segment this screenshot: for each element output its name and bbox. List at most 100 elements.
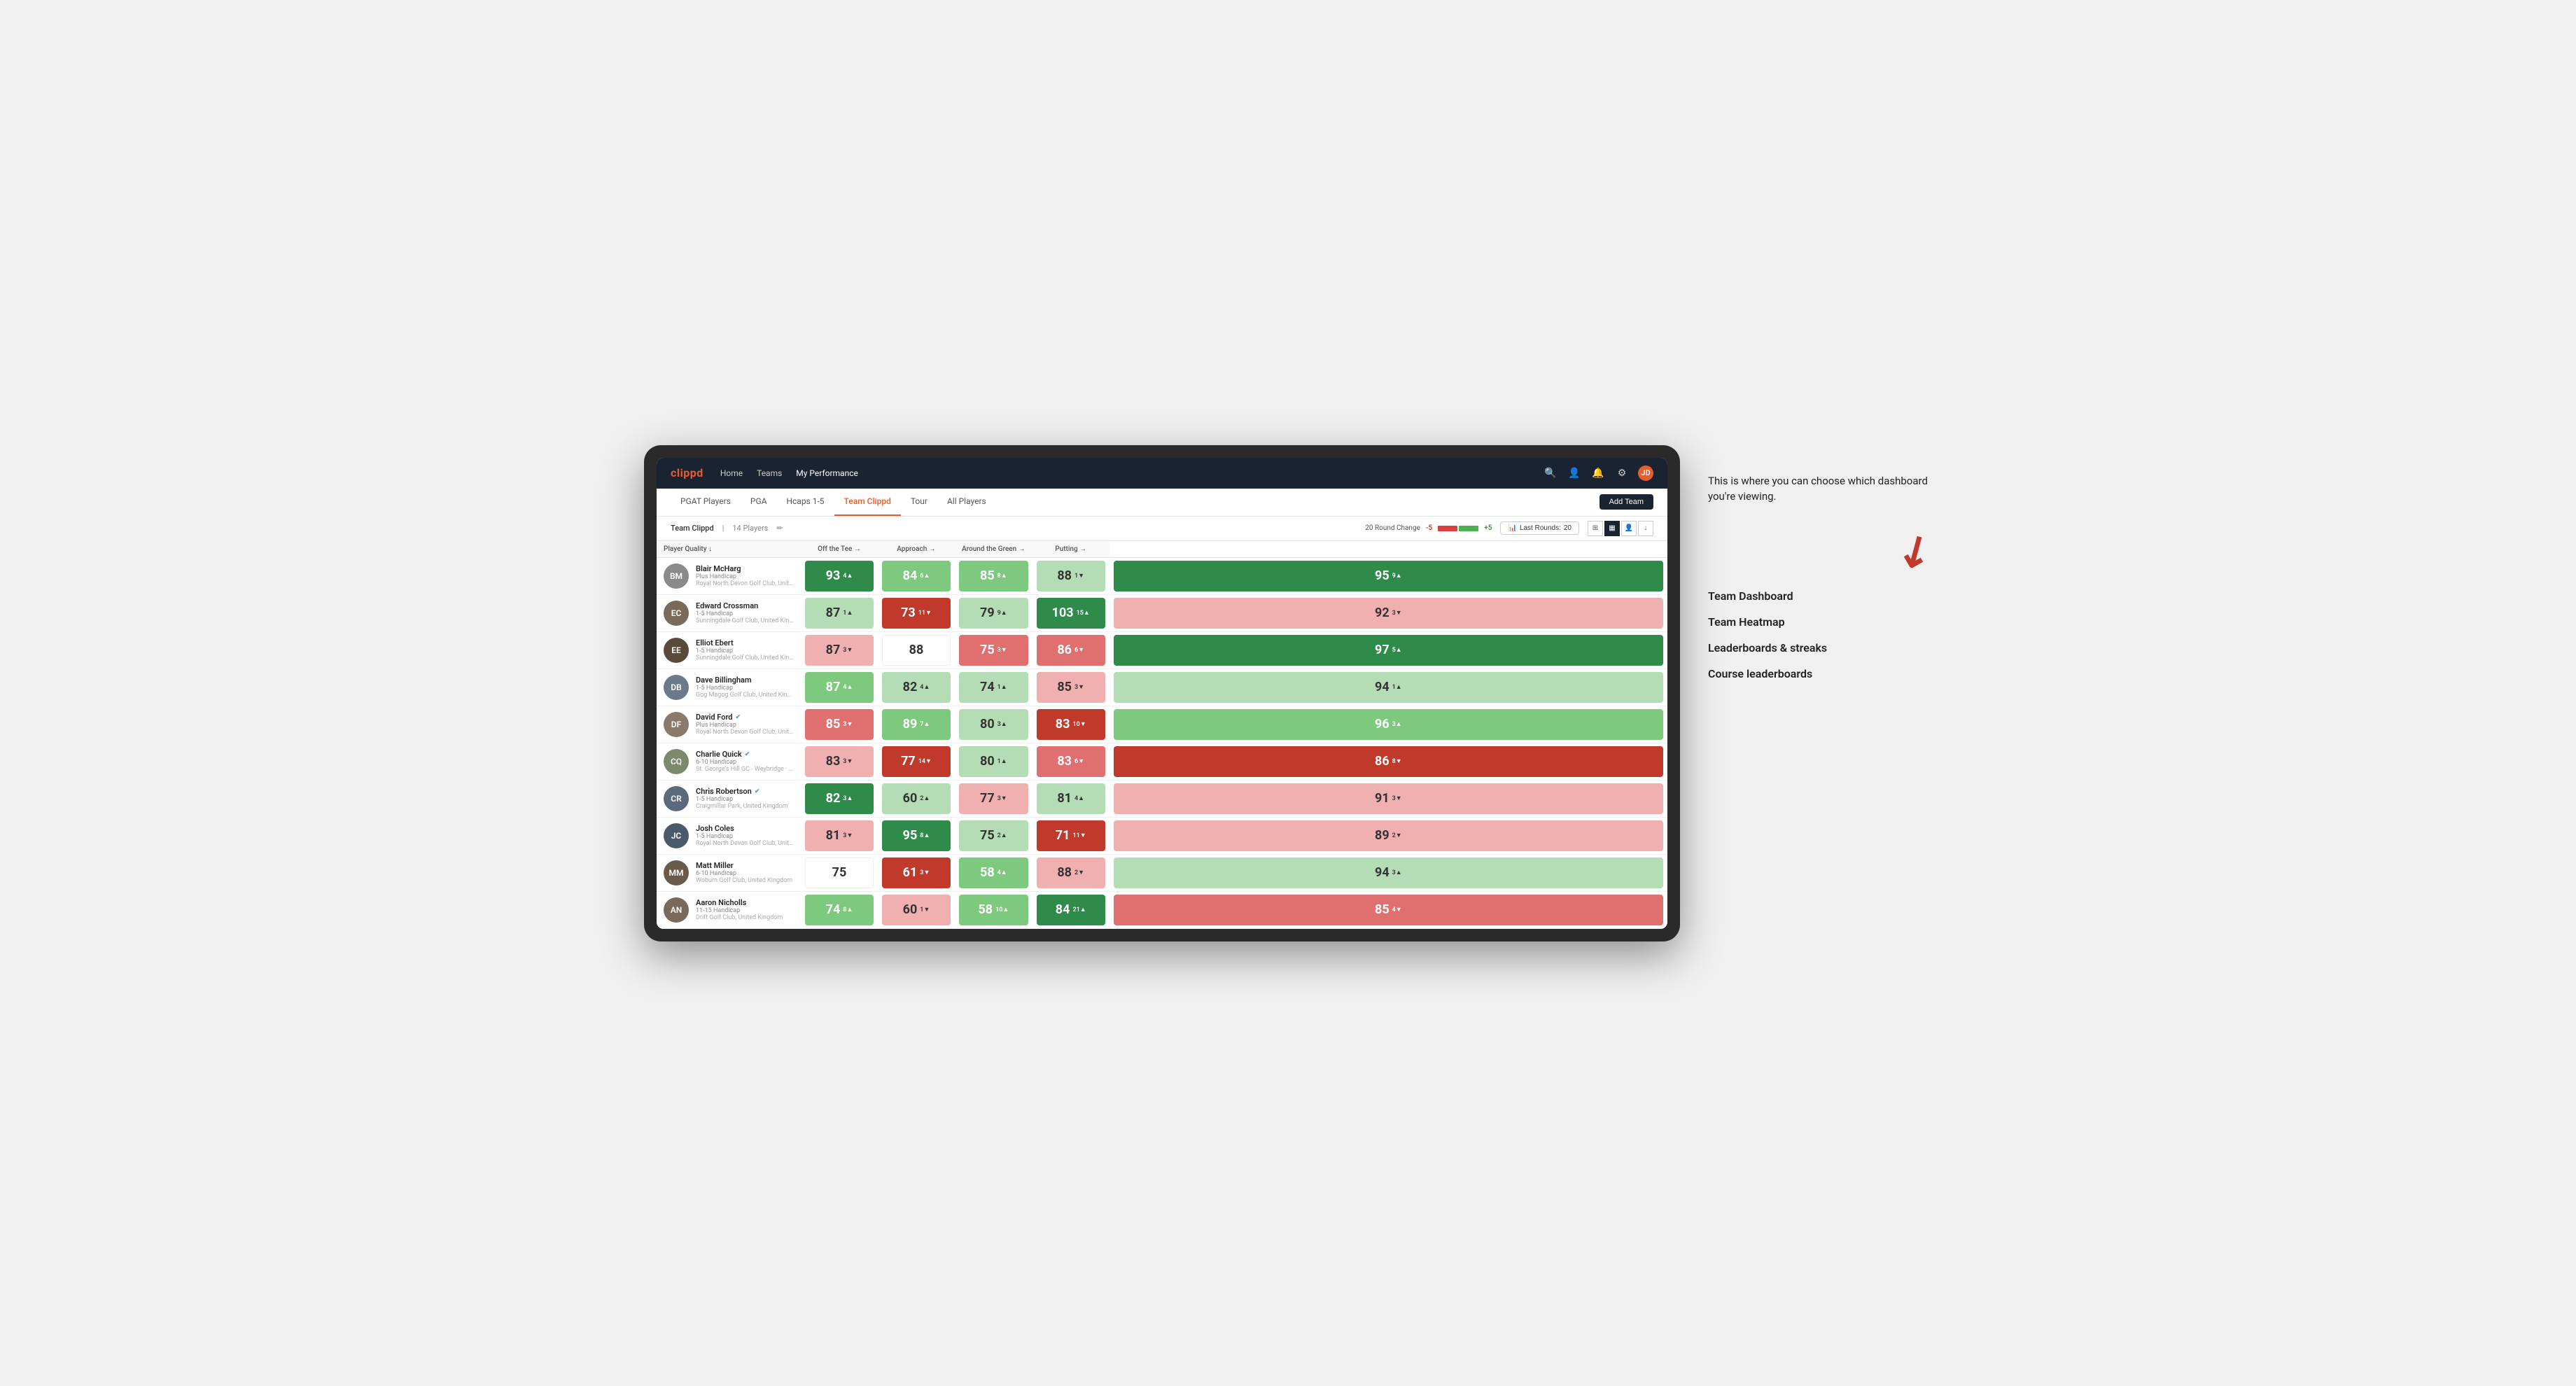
nav-home[interactable]: Home xyxy=(720,468,743,478)
last-rounds-button[interactable]: 📊 Last Rounds: 20 xyxy=(1500,522,1579,535)
stat-cell-approach: 80 1▲ xyxy=(955,743,1032,780)
view-btn-download[interactable]: ↓ xyxy=(1638,521,1653,536)
stat-box: 89 2▼ xyxy=(1114,820,1663,851)
stat-value: 73 xyxy=(901,607,916,620)
tab-pga[interactable]: PGA xyxy=(741,489,777,516)
stat-cell-putting: 89 2▼ xyxy=(1110,817,1667,854)
tab-all-players[interactable]: All Players xyxy=(937,489,996,516)
tab-tour[interactable]: Tour xyxy=(901,489,937,516)
player-name: Elliot Ebert xyxy=(696,638,794,648)
stat-value: 74 xyxy=(980,681,995,694)
stat-cell-approach: 75 2▲ xyxy=(955,817,1032,854)
player-club: Royal North Devon Golf Club, United King… xyxy=(696,729,794,736)
team-header-row: Team Clippd | 14 Players ✏ 20 Round Chan… xyxy=(657,517,1667,541)
stat-box: 81 4▲ xyxy=(1037,783,1105,814)
player-cell[interactable]: CQ Charlie Quick✔ 6-10 Handicap St. Geor… xyxy=(657,745,801,778)
stat-value: 75 xyxy=(832,867,847,879)
round-change-section: 20 Round Change -5 +5 xyxy=(1365,524,1492,532)
player-handicap: 1-5 Handicap xyxy=(696,796,788,803)
player-cell[interactable]: MM Matt Miller 6-10 Handicap Woburn Golf… xyxy=(657,856,801,890)
user-icon[interactable]: 👤 xyxy=(1567,465,1582,481)
team-separator: | xyxy=(722,524,724,533)
nav-bar: clippd Home Teams My Performance 🔍 👤 🔔 ⚙… xyxy=(657,458,1667,489)
view-btn-grid[interactable]: ⊞ xyxy=(1588,521,1603,536)
stat-box: 91 3▼ xyxy=(1114,783,1663,814)
stat-cell-approach: 79 9▲ xyxy=(955,594,1032,631)
player-name: Chris Robertson✔ xyxy=(696,787,788,796)
stat-box: 93 4▲ xyxy=(805,561,874,592)
heatmap-bar-red xyxy=(1438,526,1457,531)
tab-pgat-players[interactable]: PGAT Players xyxy=(671,489,741,516)
stat-cell-player_quality: 75 xyxy=(801,854,878,891)
edit-icon[interactable]: ✏ xyxy=(776,524,783,533)
player-cell[interactable]: EC Edward Crossman 1-5 Handicap Sunningd… xyxy=(657,596,801,630)
stat-box: 58 10▲ xyxy=(959,895,1028,925)
stat-box: 84 21▲ xyxy=(1037,895,1105,925)
avatar-icon[interactable]: JD xyxy=(1638,465,1653,481)
avatar: EE xyxy=(664,638,689,663)
stat-value: 83 xyxy=(1056,718,1070,731)
player-cell[interactable]: EE Elliot Ebert 1-5 Handicap Sunningdale… xyxy=(657,634,801,667)
stat-box: 75 2▲ xyxy=(959,820,1028,851)
player-club: Sunningdale Golf Club, United Kingdom xyxy=(696,654,794,662)
tab-team-clippd[interactable]: Team Clippd xyxy=(834,489,901,516)
player-cell[interactable]: AN Aaron Nicholls 11-15 Handicap Drift G… xyxy=(657,893,801,927)
stat-cell-around_green: 103 15▲ xyxy=(1032,594,1110,631)
player-cell[interactable]: DB Dave Billingham 1-5 Handicap Gog Mago… xyxy=(657,671,801,704)
stat-cell-around_green: 85 3▼ xyxy=(1032,668,1110,706)
search-icon[interactable]: 🔍 xyxy=(1543,465,1558,481)
player-cell[interactable]: BM Blair McHarg Plus Handicap Royal Nort… xyxy=(657,559,801,593)
avatar: CR xyxy=(664,786,689,811)
stat-box: 96 3▲ xyxy=(1114,709,1663,740)
table-row: CQ Charlie Quick✔ 6-10 Handicap St. Geor… xyxy=(657,743,1667,780)
verified-icon: ✔ xyxy=(745,751,750,758)
tab-hcaps[interactable]: Hcaps 1-5 xyxy=(776,489,834,516)
player-cell[interactable]: JC Josh Coles 1-5 Handicap Royal North D… xyxy=(657,819,801,853)
stat-value: 91 xyxy=(1375,792,1390,805)
stat-box: 83 3▼ xyxy=(805,746,874,777)
nav-my-performance[interactable]: My Performance xyxy=(796,468,858,478)
stat-value: 83 xyxy=(1057,755,1072,768)
stat-cell-player_quality: 81 3▼ xyxy=(801,817,878,854)
stat-value: 94 xyxy=(1375,867,1390,879)
stat-box: 94 3▲ xyxy=(1114,858,1663,888)
stat-value: 88 xyxy=(909,644,924,657)
dashboard-option-2[interactable]: Team Heatmap xyxy=(1708,615,1932,629)
dashboard-option-3[interactable]: Leaderboards & streaks xyxy=(1708,641,1932,654)
dashboard-option-4[interactable]: Course leaderboards xyxy=(1708,667,1932,680)
stat-box: 74 8▲ xyxy=(805,895,874,925)
player-name: Charlie Quick✔ xyxy=(696,750,794,759)
stat-cell-approach: 58 10▲ xyxy=(955,891,1032,928)
stat-box: 87 4▲ xyxy=(805,672,874,703)
stat-box: 60 2▲ xyxy=(882,783,951,814)
bell-icon[interactable]: 🔔 xyxy=(1590,465,1606,481)
stat-value: 85 xyxy=(826,718,841,731)
dashboard-option-1[interactable]: Team Dashboard xyxy=(1708,589,1932,603)
stat-box: 58 4▲ xyxy=(959,858,1028,888)
player-club: St. George's Hill GC - Weybridge · Surre… xyxy=(696,766,794,773)
stat-value: 80 xyxy=(980,755,995,768)
nav-teams[interactable]: Teams xyxy=(757,468,782,478)
player-club: Royal North Devon Golf Club, United King… xyxy=(696,840,794,847)
stat-box: 87 1▲ xyxy=(805,598,874,629)
stat-cell-player_quality: 83 3▼ xyxy=(801,743,878,780)
player-name: Matt Miller xyxy=(696,861,792,870)
player-cell[interactable]: CR Chris Robertson✔ 1-5 Handicap Craigmi… xyxy=(657,782,801,816)
add-team-button[interactable]: Add Team xyxy=(1600,494,1653,510)
stat-cell-putting: 86 8▼ xyxy=(1110,743,1667,780)
view-btn-table[interactable]: ▦ xyxy=(1604,521,1620,536)
stat-cell-putting: 94 3▲ xyxy=(1110,854,1667,891)
stat-value: 84 xyxy=(1056,904,1070,916)
heatmap-bar-green xyxy=(1459,526,1478,531)
stat-box: 83 6▼ xyxy=(1037,746,1105,777)
stat-box: 95 9▲ xyxy=(1114,561,1663,592)
player-cell[interactable]: DF David Ford✔ Plus Handicap Royal North… xyxy=(657,708,801,741)
player-club: Royal North Devon Golf Club, United King… xyxy=(696,580,794,587)
stat-value: 77 xyxy=(901,755,916,768)
stat-box: 75 xyxy=(805,858,874,888)
table-row: BM Blair McHarg Plus Handicap Royal Nort… xyxy=(657,557,1667,594)
settings-icon[interactable]: ⚙ xyxy=(1614,465,1630,481)
view-btn-person[interactable]: 👤 xyxy=(1621,521,1637,536)
stat-cell-off_tee: 73 11▼ xyxy=(878,594,955,631)
avatar: DB xyxy=(664,675,689,700)
